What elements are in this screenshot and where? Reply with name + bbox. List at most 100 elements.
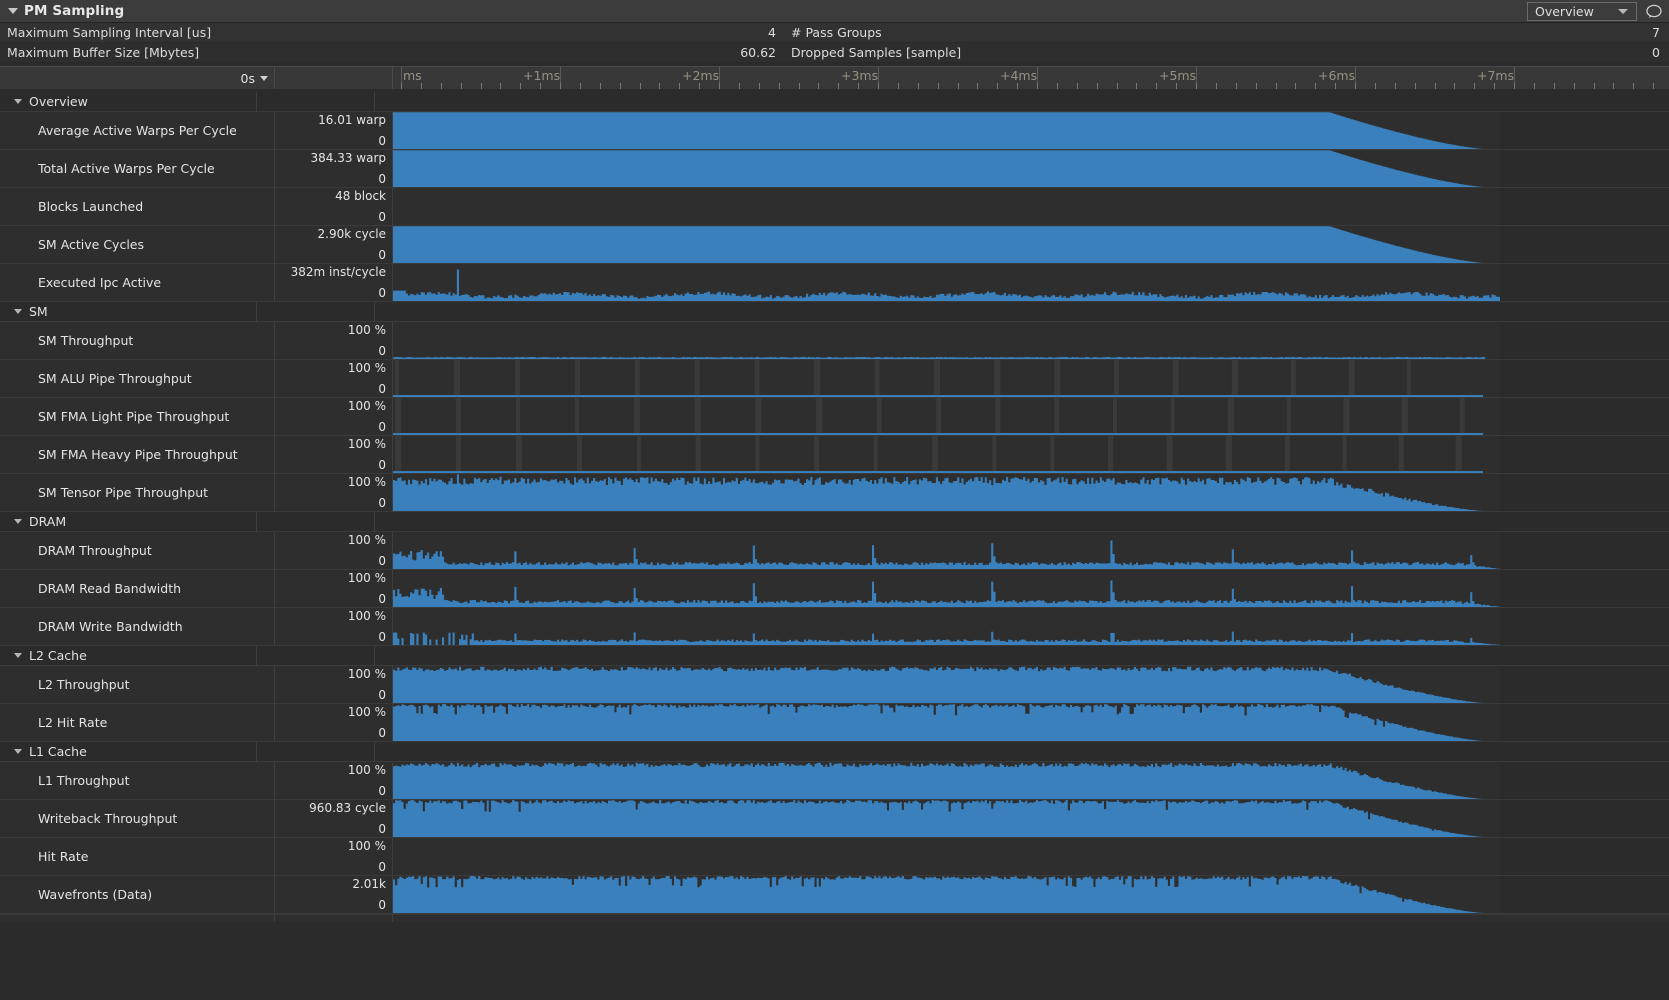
group-row-overview[interactable]: Overview <box>0 92 1669 112</box>
ruler-minor-tick <box>1375 83 1376 89</box>
table-row[interactable]: Blocks Launched48 block0 <box>0 188 1669 226</box>
triangle-down-icon[interactable] <box>14 519 22 524</box>
speech-bubble-icon[interactable] <box>1643 2 1665 22</box>
chart-series-area <box>393 360 1500 397</box>
metric-label: SM Tensor Pipe Throughput <box>0 474 275 511</box>
table-row[interactable]: Executed Ipc Active382m inst/cycle0 <box>0 264 1669 302</box>
metric-timeline-chart[interactable] <box>393 570 1669 607</box>
ruler-minor-tick <box>1534 83 1535 89</box>
chart-empty-tail <box>1500 876 1669 913</box>
table-row[interactable]: SM Active Cycles2.90k cycle0 <box>0 226 1669 264</box>
metric-timeline-chart[interactable] <box>393 532 1669 569</box>
triangle-down-icon[interactable] <box>14 309 22 314</box>
group-row-dram[interactable]: DRAM <box>0 512 1669 532</box>
table-row[interactable]: SM Throughput100 %0 <box>0 322 1669 360</box>
group-plot-cell <box>374 512 1669 532</box>
metric-min-value: 0 <box>378 420 386 434</box>
metric-timeline-chart[interactable] <box>393 704 1669 741</box>
ruler-minor-tick <box>1216 83 1217 89</box>
metric-timeline-chart[interactable] <box>393 188 1669 225</box>
metric-timeline-chart[interactable] <box>393 666 1669 703</box>
metric-range-cell: 100 %0 <box>275 360 393 397</box>
ruler-minor-tick <box>1136 83 1137 89</box>
chart-series-area <box>393 264 1500 301</box>
ruler-minor-tick <box>1017 83 1018 89</box>
table-row[interactable]: DRAM Throughput100 %0 <box>0 532 1669 570</box>
chart-series-area <box>393 398 1500 435</box>
view-selector-dropdown[interactable]: Overview <box>1527 2 1637 21</box>
metric-max-value: 960.83 cycle <box>309 801 386 815</box>
timeline-origin-cell[interactable]: 0s <box>0 66 275 89</box>
metric-timeline-chart[interactable] <box>393 398 1669 435</box>
table-row[interactable]: L2 Throughput100 %0 <box>0 666 1669 704</box>
metric-label: SM FMA Heavy Pipe Throughput <box>0 436 275 473</box>
metric-timeline-chart[interactable] <box>393 762 1669 799</box>
table-row[interactable]: SM FMA Heavy Pipe Throughput100 %0 <box>0 436 1669 474</box>
ruler-minor-tick <box>1395 83 1396 89</box>
group-row-sm[interactable]: SM <box>0 302 1669 322</box>
metric-timeline-chart[interactable] <box>393 360 1669 397</box>
chart-empty-tail <box>1500 150 1669 187</box>
metric-max-value: 100 % <box>348 437 386 451</box>
table-row[interactable]: Total Active Warps Per Cycle384.33 warp0 <box>0 150 1669 188</box>
metric-range-cell: 48 block0 <box>275 188 393 225</box>
metric-max-value: 100 % <box>348 533 386 547</box>
metric-label: SM ALU Pipe Throughput <box>0 360 275 397</box>
metric-max-value: 100 % <box>348 323 386 337</box>
table-row[interactable]: DRAM Write Bandwidth100 %0 <box>0 608 1669 646</box>
table-row[interactable]: Writeback Throughput960.83 cycle0 <box>0 800 1669 838</box>
ruler-tick-label: +5ms <box>1159 68 1196 83</box>
table-row[interactable]: L2 Hit Rate100 %0 <box>0 704 1669 742</box>
table-row[interactable]: SM FMA Light Pipe Throughput100 %0 <box>0 398 1669 436</box>
chart-empty-tail <box>1500 474 1669 511</box>
ruler-minor-tick <box>1156 83 1157 89</box>
table-row[interactable]: Wavefronts (Data)2.01k0 <box>0 876 1669 914</box>
triangle-down-icon[interactable] <box>14 749 22 754</box>
metric-timeline-chart[interactable] <box>393 800 1669 837</box>
ruler-minor-tick <box>461 83 462 89</box>
metric-timeline-chart[interactable] <box>393 474 1669 511</box>
triangle-down-icon[interactable] <box>14 653 22 658</box>
metric-label: DRAM Read Bandwidth <box>0 570 275 607</box>
triangle-down-icon[interactable] <box>14 99 22 104</box>
metric-min-value: 0 <box>378 630 386 644</box>
ruler-minor-tick <box>1276 83 1277 89</box>
chart-empty-tail <box>1500 570 1669 607</box>
ruler-tick-label: +1ms <box>523 68 560 83</box>
metric-range-cell: 100 %0 <box>275 436 393 473</box>
metric-timeline-chart[interactable] <box>393 838 1669 875</box>
ruler-scale[interactable]: ms+1ms+2ms+3ms+4ms+5ms+6ms+7ms <box>393 66 1669 89</box>
table-row[interactable]: Hit Rate100 %0 <box>0 838 1669 876</box>
chart-series-area <box>393 762 1500 799</box>
chart-empty-tail <box>1500 762 1669 799</box>
info-row: Maximum Buffer Size [Mbytes]60.62Dropped… <box>0 43 1669 63</box>
timeline-ruler: 0s ms+1ms+2ms+3ms+4ms+5ms+6ms+7ms <box>0 63 1669 92</box>
table-row[interactable]: SM ALU Pipe Throughput100 %0 <box>0 360 1669 398</box>
metric-timeline-chart[interactable] <box>393 150 1669 187</box>
metric-timeline-chart[interactable] <box>393 876 1669 913</box>
chart-series-area <box>393 474 1500 511</box>
metric-timeline-chart[interactable] <box>393 112 1669 149</box>
metric-timeline-chart[interactable] <box>393 436 1669 473</box>
metric-timeline-chart[interactable] <box>393 264 1669 301</box>
table-row[interactable]: L1 Throughput100 %0 <box>0 762 1669 800</box>
table-row[interactable]: DRAM Read Bandwidth100 %0 <box>0 570 1669 608</box>
metric-min-value: 0 <box>378 496 386 510</box>
triangle-down-icon[interactable] <box>8 8 18 14</box>
table-row[interactable]: SM Tensor Pipe Throughput100 %0 <box>0 474 1669 512</box>
panel-titlebar: PM Sampling Overview <box>0 0 1669 23</box>
metric-timeline-chart[interactable] <box>393 608 1669 645</box>
ruler-minor-tick <box>818 83 819 89</box>
metric-range-cell: 16.01 warp0 <box>275 112 393 149</box>
metric-timeline-chart[interactable] <box>393 226 1669 263</box>
metric-range-cell: 384.33 warp0 <box>275 150 393 187</box>
group-row-l1-cache[interactable]: L1 Cache <box>0 742 1669 762</box>
chart-series-area <box>393 322 1500 359</box>
info-label-secondary: Dropped Samples [sample] <box>783 45 1558 60</box>
group-row-l2-cache[interactable]: L2 Cache <box>0 646 1669 666</box>
metric-rows: OverviewAverage Active Warps Per Cycle16… <box>0 92 1669 914</box>
metric-timeline-chart[interactable] <box>393 322 1669 359</box>
table-row[interactable]: Average Active Warps Per Cycle16.01 warp… <box>0 112 1669 150</box>
metric-label: L1 Throughput <box>0 762 275 799</box>
ruler-minor-tick <box>1415 83 1416 89</box>
